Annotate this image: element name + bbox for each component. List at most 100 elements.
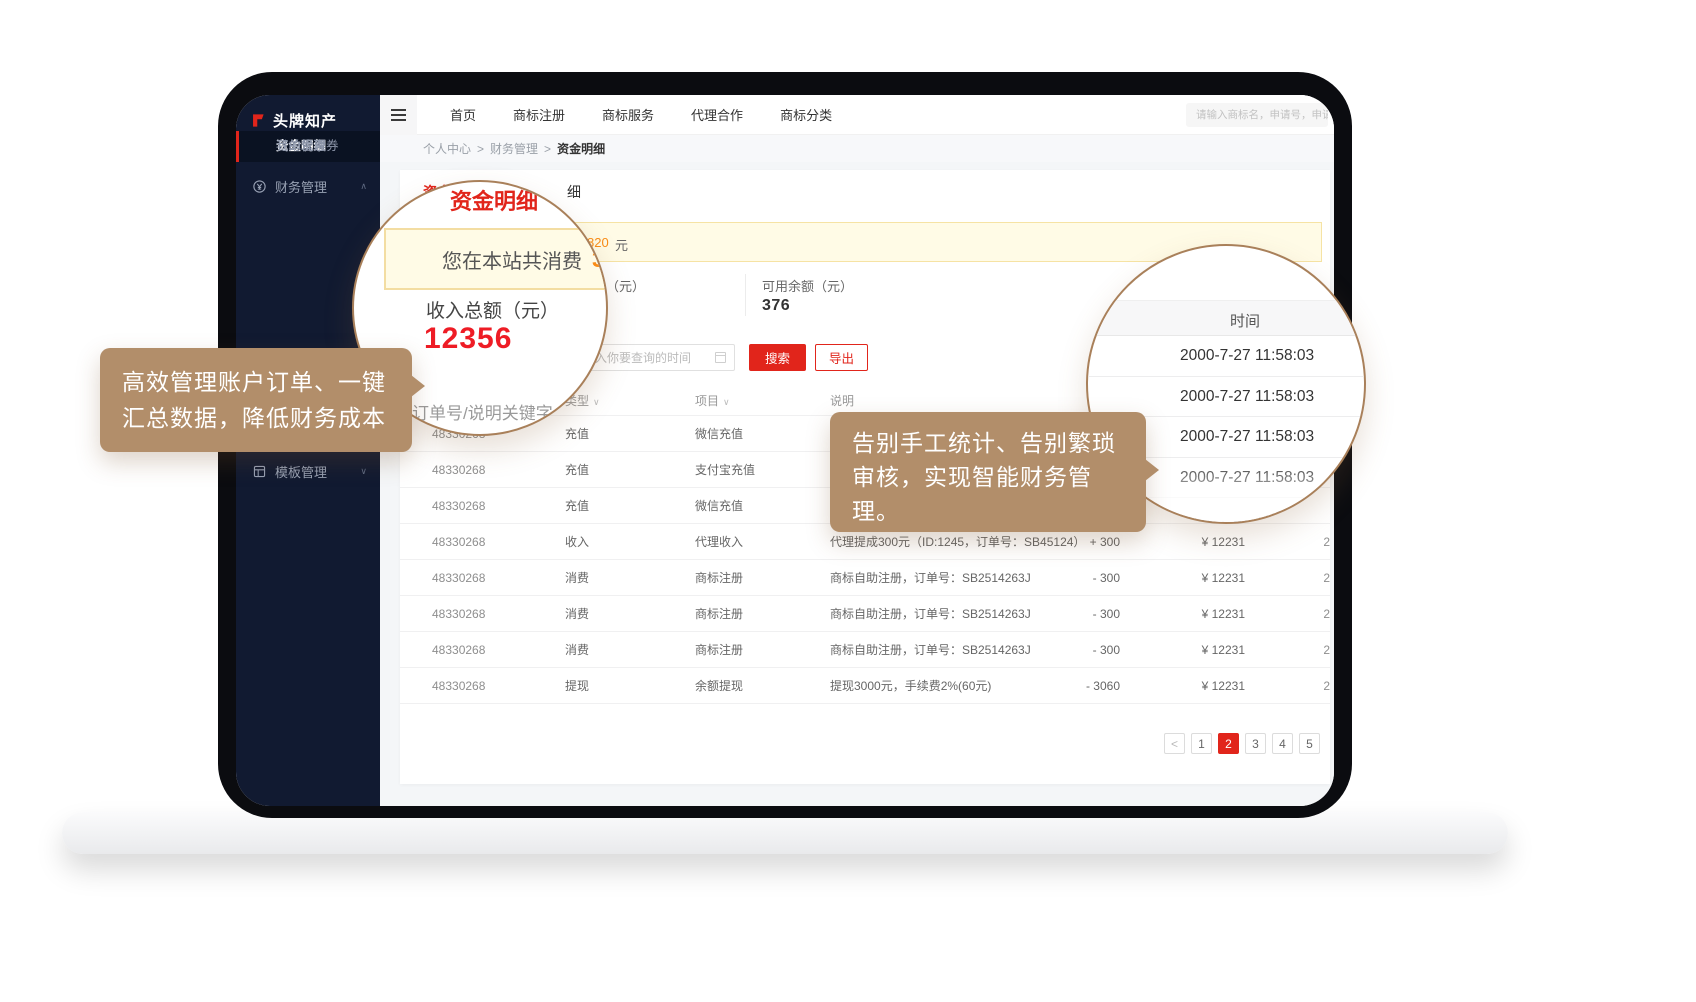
lens-time-value: 2000-7-27 11:58:03 — [1088, 336, 1364, 377]
callout-right: 告别手工统计、告别繁琐 审核，实现智能财务管 理。 — [830, 412, 1146, 532]
lens-banner-text: 您在本站共消费 — [442, 245, 582, 274]
cell-project: 代理收入 — [695, 533, 830, 550]
cell-description: 代理提成300元（ID:1245，订单号：SB45124） — [830, 533, 1080, 550]
callout-right-line: 审核，实现智能财务管 — [852, 460, 1124, 494]
header-type[interactable]: 类型∨ — [565, 392, 695, 409]
calendar-icon[interactable] — [715, 352, 726, 363]
table-row: 48330268 提现 余额提现 提现3000元，手续费2%(60元) - 30… — [400, 668, 1330, 704]
pagination-page-button[interactable]: 2 — [1218, 733, 1239, 754]
sidebar-item-template[interactable]: 模板管理 ∨ — [236, 455, 380, 487]
top-nav-link[interactable]: 商标分类 — [780, 105, 832, 124]
lens-time-value: 2000-7-27 11:58:03 — [1088, 377, 1364, 418]
lens-column-header: 订单号/说明关键字 — [412, 399, 553, 424]
cell-description: 商标自助注册，订单号：SB2514263J — [830, 569, 1080, 586]
caret-down-icon: ∨ — [723, 397, 730, 407]
lens-income-label: 收入总额（元） — [426, 296, 559, 323]
callout-arrow-icon — [1145, 459, 1159, 481]
pagination-page-button[interactable]: 5 — [1299, 733, 1320, 754]
cell-time-fragment: 2 — [1245, 607, 1330, 621]
top-nav-link[interactable]: 代理合作 — [691, 105, 743, 124]
top-nav-link[interactable]: 商标注册 — [513, 105, 565, 124]
top-nav-link[interactable]: 商标服务 — [602, 105, 654, 124]
cell-project: 商标注册 — [695, 569, 830, 586]
pagination-page-button[interactable]: 1 — [1191, 733, 1212, 754]
cell-project: 微信充值 — [695, 497, 830, 514]
breadcrumb-item[interactable]: 财务管理 — [490, 140, 538, 157]
cell-order-no: 48330268 — [432, 571, 565, 585]
top-nav-items: 首页 商标注册 商标服务 代理合作 商标分类 — [450, 105, 832, 124]
cell-balance: ¥ 12231 — [1120, 571, 1245, 585]
search-button[interactable]: 搜索 — [749, 344, 806, 371]
sidebar-subitem[interactable]: 我的发票 — [236, 131, 380, 162]
cell-project: 支付宝充值 — [695, 461, 830, 478]
cell-project: 商标注册 — [695, 605, 830, 622]
sidebar-item-finance[interactable]: 财务管理 ∧ — [236, 170, 380, 202]
callout-left-line: 高效管理账户订单、一键 — [122, 364, 390, 400]
cell-order-no: 48330268 — [432, 607, 565, 621]
cell-type: 充值 — [565, 497, 695, 514]
breadcrumb: 个人中心 > 财务管理 > 资金明细 — [380, 135, 1334, 162]
laptop-base — [62, 812, 1508, 854]
trademark-search-input[interactable] — [1186, 103, 1328, 127]
cell-time-fragment: 2 — [1245, 643, 1330, 657]
header-description: 说明 — [830, 392, 1080, 409]
callout-right-line: 理。 — [852, 494, 1124, 528]
balance-value: 376 — [762, 297, 790, 315]
cell-balance: ¥ 12231 — [1120, 643, 1245, 657]
callout-left: 高效管理账户订单、一键 汇总数据，降低财务成本 — [100, 348, 412, 452]
top-nav-link[interactable]: 首页 — [450, 105, 476, 124]
cell-type: 充值 — [565, 461, 695, 478]
pagination-page-button[interactable]: 4 — [1272, 733, 1293, 754]
cell-amount: + 300 — [1080, 535, 1120, 549]
cell-order-no: 48330268 — [432, 679, 565, 693]
table-row: 48330268 消费 商标注册 商标自助注册，订单号：SB2514263J -… — [400, 632, 1330, 668]
breadcrumb-item[interactable]: 个人中心 — [423, 140, 471, 157]
cell-balance: ¥ 12231 — [1120, 679, 1245, 693]
breadcrumb-separator: > — [477, 142, 484, 156]
cell-amount: - 300 — [1080, 571, 1120, 585]
cell-description: 商标自助注册，订单号：SB2514263J — [830, 641, 1080, 658]
table-row: 48330268 消费 商标注册 商标自助注册，订单号：SB2514263J -… — [400, 560, 1330, 596]
finance-icon — [252, 179, 267, 194]
brand-name: 头牌知产 — [273, 110, 337, 131]
cell-description: 商标自助注册，订单号：SB2514263J — [830, 605, 1080, 622]
sidebar-item-label: 财务管理 — [275, 177, 327, 196]
cell-time-fragment: 2 — [1245, 535, 1330, 549]
pagination-page-button[interactable]: 3 — [1245, 733, 1266, 754]
balance-label: 可用余额（元） — [762, 276, 853, 295]
callout-left-line: 汇总数据，降低财务成本 — [122, 400, 390, 436]
cell-amount: - 300 — [1080, 607, 1120, 621]
lens-tab-fragment: 资金明细 — [450, 184, 538, 216]
template-icon — [252, 464, 267, 479]
cell-order-no: 48330268 — [432, 643, 565, 657]
lens-banner: 您在本站共消费 32124 — [384, 228, 608, 290]
brand-logo[interactable]: 头牌知产 — [236, 95, 380, 131]
cell-project: 商标注册 — [695, 641, 830, 658]
cell-project: 微信充值 — [695, 425, 830, 442]
page: 头牌知产 账户管理 ∨ 财务管理 ∧ 在线充值 资金 — [0, 0, 1696, 1002]
pagination: < 12345 — [1164, 733, 1320, 754]
callout-arrow-icon — [411, 375, 425, 397]
expense-label-fragment: （元） — [606, 276, 645, 295]
caret-down-icon: ∨ — [593, 397, 600, 407]
header-project[interactable]: 项目∨ — [695, 392, 830, 409]
stats-divider — [745, 274, 746, 316]
cell-type: 消费 — [565, 641, 695, 658]
cell-type: 消费 — [565, 569, 695, 586]
cell-order-no: 48330268 — [432, 499, 565, 513]
hamburger-menu-icon[interactable] — [380, 95, 417, 135]
cell-type: 提现 — [565, 677, 695, 694]
cell-description: 提现3000元，手续费2%(60元) — [830, 677, 1080, 694]
cell-order-no: 48330268 — [432, 535, 565, 549]
cell-balance: ¥ 12231 — [1120, 607, 1245, 621]
cell-time-fragment: 2 — [1245, 679, 1330, 693]
lens-time-header: 时间 — [1230, 310, 1260, 331]
cell-amount: - 300 — [1080, 643, 1120, 657]
pagination-prev-button[interactable]: < — [1164, 733, 1185, 754]
table-row: 48330268 消费 商标注册 商标自助注册，订单号：SB2514263J -… — [400, 596, 1330, 632]
tab-fragment[interactable]: 细 — [567, 182, 581, 202]
chevron-down-icon: ∨ — [360, 466, 367, 477]
cell-amount: - 3060 — [1080, 679, 1120, 693]
export-button[interactable]: 导出 — [815, 344, 868, 371]
chevron-up-icon: ∧ — [360, 181, 367, 192]
